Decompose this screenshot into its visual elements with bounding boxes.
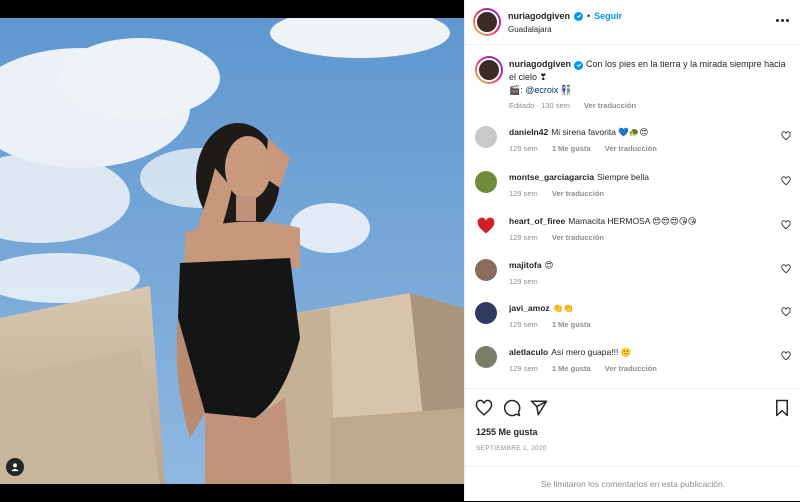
comment-time: 129 sem xyxy=(509,233,538,242)
comment-text: 😍 xyxy=(544,260,554,270)
comment-heart-icon[interactable] xyxy=(781,351,791,361)
post-photo xyxy=(0,18,464,484)
caption-edited: Editado · 130 sem xyxy=(509,101,570,110)
post-header: nuriagodgiven • Seguir Guadalajara xyxy=(465,0,800,45)
post-modal: nuriagodgiven • Seguir Guadalajara nuria… xyxy=(0,0,800,501)
comments-list[interactable]: nuriagodgiven Con los pies en la tierra y… xyxy=(465,45,800,388)
caption-mention[interactable]: @ecroix xyxy=(525,85,558,95)
comment-translate-button[interactable]: Ver traducción xyxy=(605,144,657,153)
comment-likes[interactable]: 1 Me gusta xyxy=(552,320,591,329)
comment-time: 129 sem xyxy=(509,189,538,198)
comment-translate-button[interactable]: Ver traducción xyxy=(552,233,604,242)
comment-meta: 129 sem 1 Me gusta Ver traducción xyxy=(509,364,669,373)
comment-body: majitofa 😍 xyxy=(509,259,779,272)
caption-author-avatar[interactable] xyxy=(475,56,503,84)
post-location[interactable]: Guadalajara xyxy=(508,25,552,34)
comment-time: 129 sem xyxy=(509,364,538,373)
comment-avatar[interactable] xyxy=(475,126,497,148)
author-avatar[interactable] xyxy=(473,8,501,36)
comment-time: 129 sem xyxy=(509,144,538,153)
comment-body: javi_amoz 👏👏 xyxy=(509,302,779,315)
caption-credit-suffix: 👫🏻 xyxy=(558,85,573,95)
comment-icon[interactable] xyxy=(503,399,521,417)
comment-avatar[interactable] xyxy=(475,259,497,281)
header-user-row: nuriagodgiven • Seguir xyxy=(508,11,622,21)
likes-count[interactable]: 1255 Me gusta xyxy=(476,427,538,437)
comment-avatar[interactable] xyxy=(475,302,497,324)
comment-likes[interactable]: 1 Me gusta xyxy=(552,364,591,373)
comment-translate-button[interactable]: Ver traducción xyxy=(552,189,604,198)
verified-icon xyxy=(574,11,584,21)
user-tag-icon xyxy=(11,463,19,472)
caption-body: nuriagodgiven Con los pies en la tierra y… xyxy=(509,58,789,97)
comment-meta: 129 sem 1 Me gusta Ver traducción xyxy=(509,144,669,153)
caption-author[interactable]: nuriagodgiven xyxy=(509,59,571,69)
caption-translate-button[interactable]: Ver traducción xyxy=(584,101,636,110)
post-actions: 1255 Me gusta Septiembre 1, 2020 xyxy=(465,388,800,462)
post-panel: nuriagodgiven • Seguir Guadalajara nuria… xyxy=(464,0,800,501)
comment-heart-icon[interactable] xyxy=(781,131,791,141)
more-options-icon[interactable] xyxy=(773,13,791,27)
comment-text: 👏👏 xyxy=(552,303,574,313)
comment-heart-icon[interactable] xyxy=(781,264,791,274)
follow-button[interactable]: Seguir xyxy=(594,11,622,21)
comment-meta: 129 sem xyxy=(509,277,550,286)
post-date[interactable]: Septiembre 1, 2020 xyxy=(476,445,547,452)
comment-meta: 129 sem Ver traducción xyxy=(509,233,616,242)
comment-text: Mamacita HERMOSA 😍😍😍😘😘 xyxy=(568,216,697,226)
separator-dot: • xyxy=(587,11,591,21)
comment-avatar[interactable] xyxy=(475,346,497,368)
comment-user[interactable]: majitofa xyxy=(509,260,542,270)
comment-user[interactable]: javi_amoz xyxy=(509,303,550,313)
comment-time: 129 sem xyxy=(509,320,538,329)
comment-body: montse_garciagarcia Siempre bella xyxy=(509,171,779,184)
user-tag-button[interactable] xyxy=(6,458,24,476)
comment-heart-icon[interactable] xyxy=(781,220,791,230)
caption-credit-prefix: 🎬: xyxy=(509,85,526,95)
comments-limited-notice: Se limitaron los comentarios en esta pub… xyxy=(465,466,800,501)
bookmark-icon[interactable] xyxy=(773,399,791,417)
author-username[interactable]: nuriagodgiven xyxy=(508,11,570,21)
comment-body: danieln42 Mi sirena favorita 💙🐢😍 xyxy=(509,126,779,139)
share-icon[interactable] xyxy=(530,399,548,417)
comment-user[interactable]: montse_garciagarcia xyxy=(509,172,594,182)
post-media[interactable] xyxy=(0,0,464,501)
comment-text: Siempre bella xyxy=(597,172,650,182)
comment-meta: 129 sem 1 Me gusta xyxy=(509,320,603,329)
caption-meta: Editado · 130 sem Ver traducción xyxy=(509,101,648,110)
verified-icon xyxy=(574,60,584,70)
comment-heart-icon[interactable] xyxy=(781,176,791,186)
comment-translate-button[interactable]: Ver traducción xyxy=(605,364,657,373)
comment-time: 129 sem xyxy=(509,277,538,286)
comment-likes[interactable]: 1 Me gusta xyxy=(552,144,591,153)
comment-avatar[interactable] xyxy=(475,215,497,237)
comment-user[interactable]: aletlaculo xyxy=(509,347,548,357)
comment-user[interactable]: danieln42 xyxy=(509,127,548,137)
comment-body: heart_of_firee Mamacita HERMOSA 😍😍😍😘😘 xyxy=(509,215,779,228)
comment-meta: 129 sem Ver traducción xyxy=(509,189,616,198)
heart-icon[interactable] xyxy=(475,399,493,417)
comment-user[interactable]: heart_of_firee xyxy=(509,216,565,226)
comment-text: Así mero guapa!!! 🙂 xyxy=(551,347,632,357)
comment-avatar[interactable] xyxy=(475,171,497,193)
comment-text: Mi sirena favorita 💙🐢😍 xyxy=(551,127,649,137)
comment-heart-icon[interactable] xyxy=(781,307,791,317)
comment-body: aletlaculo Así mero guapa!!! 🙂 xyxy=(509,346,779,359)
